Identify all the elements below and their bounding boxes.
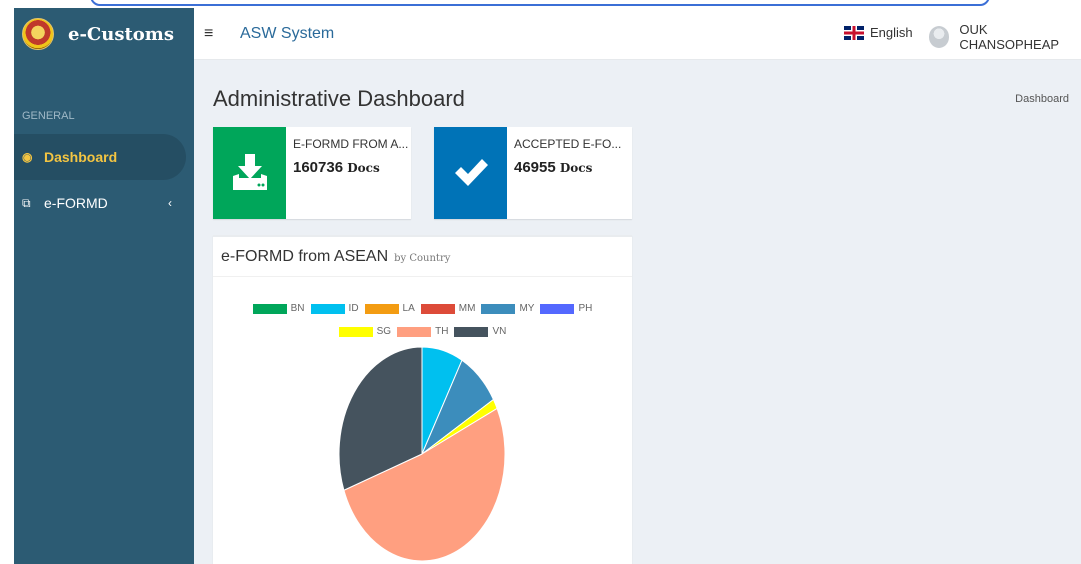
- stat-label: ACCEPTED E-FO...: [514, 137, 622, 151]
- sidebar-item-label: Dashboard: [44, 149, 118, 165]
- chart-card: e-FORMD from ASEAN by Country BN ID LA MM MY…: [213, 235, 632, 564]
- stat-label: E-FORMD FROM A...: [293, 137, 409, 151]
- sidebar: e-Customs GENERAL ◉ Dashboard ⧉ e-FORMD …: [14, 8, 194, 564]
- app-title[interactable]: ASW System: [240, 25, 334, 43]
- sidebar-item-label: e-FORMD: [44, 195, 108, 211]
- stat-value: 46955 Docs: [514, 159, 592, 176]
- stat-box-accepted-eformd[interactable]: ACCEPTED E-FO... 46955 Docs: [434, 127, 632, 219]
- stat-unit: Docs: [347, 161, 380, 175]
- nav-section-general: GENERAL: [22, 110, 75, 122]
- breadcrumb[interactable]: Dashboard: [1015, 93, 1069, 105]
- stat-value: 160736 Docs: [293, 159, 380, 176]
- menu-toggle-icon[interactable]: ≡: [204, 25, 226, 43]
- customs-logo: [22, 18, 54, 50]
- stat-icon-box: [213, 127, 286, 219]
- main-content: Administrative Dashboard Dashboard E-FOR…: [194, 60, 1081, 564]
- chevron-left-icon[interactable]: ‹: [168, 196, 172, 210]
- download-icon: [232, 154, 267, 190]
- brand[interactable]: e-Customs: [14, 8, 194, 60]
- copy-icon: ⧉: [22, 195, 31, 210]
- sidebar-item-dashboard[interactable]: ◉ Dashboard: [14, 134, 186, 180]
- address-bar[interactable]: [90, 0, 990, 6]
- stat-number: 160736: [293, 159, 344, 176]
- stat-box-eformd-from-asean[interactable]: E-FORMD FROM A... 160736 Docs: [213, 127, 411, 219]
- browser-top-edge: [0, 0, 1081, 8]
- user-menu[interactable]: OUK CHANSOPHEAP: [929, 22, 1081, 52]
- sidebar-item-eformd[interactable]: ⧉ e-FORMD ‹: [14, 180, 194, 226]
- dashboard-icon: ◉: [22, 150, 33, 164]
- language-selector[interactable]: English: [844, 25, 913, 40]
- avatar: [929, 26, 950, 48]
- stat-unit: Docs: [559, 161, 593, 175]
- stat-number: 46955: [514, 159, 556, 176]
- brand-name: e-Customs: [68, 23, 174, 45]
- page-title: Administrative Dashboard: [213, 86, 465, 111]
- pie-chart: [338, 346, 506, 562]
- user-name: OUK CHANSOPHEAP: [959, 22, 1060, 52]
- uk-flag-icon: [844, 25, 864, 40]
- check-icon: [454, 159, 488, 186]
- topbar: ≡ ASW System English OUK CHANSOPHEAP: [194, 8, 1081, 60]
- stat-icon-box: [434, 127, 507, 219]
- language-label: English: [870, 25, 913, 40]
